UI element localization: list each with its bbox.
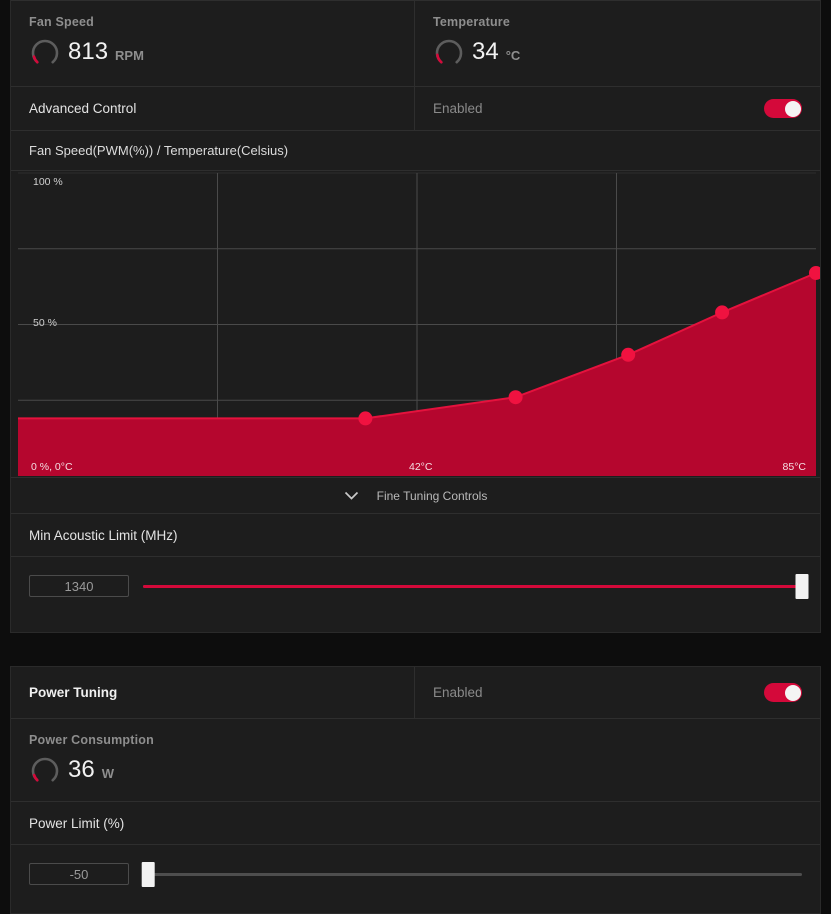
- advanced-control-label: Advanced Control: [11, 87, 414, 130]
- power-tuning-header-row: Power Tuning Enabled: [11, 667, 820, 719]
- temperature-gauge-icon: [435, 39, 463, 64]
- power-tuning-toggle[interactable]: [764, 683, 802, 702]
- min-acoustic-limit-label: Min Acoustic Limit (MHz): [11, 514, 820, 557]
- fan-speed-cell: Fan Speed 813 RPM: [11, 1, 415, 86]
- fan-curve-plot[interactable]: [11, 171, 820, 478]
- temperature-cell: Temperature 34 °C: [415, 1, 820, 86]
- readout-row: Fan Speed 813 RPM Temperature 34 °C: [11, 1, 820, 87]
- power-tuning-state: Enabled: [433, 685, 483, 700]
- slider-thumb[interactable]: [141, 861, 155, 887]
- power-tuning-label: Power Tuning: [11, 667, 414, 718]
- power-tuning-card: Power Tuning Enabled Power Consumption 3…: [10, 666, 821, 914]
- power-limit-slider[interactable]: [141, 861, 802, 887]
- fan-curve-chart[interactable]: 100 % 50 % 0 %, 0°C 42°C 85°C: [11, 171, 820, 478]
- temperature-value: 34: [472, 38, 499, 65]
- power-limit-value[interactable]: -50: [29, 863, 129, 885]
- min-acoustic-limit-slider-row: 1340: [11, 557, 820, 615]
- fine-tuning-controls-label: Fine Tuning Controls: [376, 488, 488, 503]
- min-acoustic-limit-slider[interactable]: [143, 573, 809, 599]
- min-acoustic-limit-value[interactable]: 1340: [29, 575, 129, 597]
- power-limit-label: Power Limit (%): [11, 802, 820, 845]
- fan-speed-value: 813: [68, 38, 109, 65]
- advanced-control-toggle-cell: Enabled: [415, 87, 820, 130]
- slider-thumb[interactable]: [795, 573, 809, 599]
- power-tuning-toggle-cell: Enabled: [415, 667, 820, 718]
- advanced-control-row: Advanced Control Enabled: [11, 87, 820, 131]
- power-consumption-value: 36: [68, 756, 95, 783]
- power-consumption-unit: W: [101, 765, 114, 781]
- radeon-tuning-panel: Fan Speed 813 RPM Temperature 34 °C Adva…: [0, 0, 831, 914]
- fan-curve-point[interactable]: [715, 305, 730, 320]
- advanced-control-label-cell: Advanced Control: [11, 87, 415, 130]
- advanced-control-state: Enabled: [433, 101, 483, 116]
- power-tuning-label-cell: Power Tuning: [11, 667, 415, 718]
- toggle-knob: [784, 684, 801, 701]
- fan-curve-point[interactable]: [508, 390, 523, 405]
- temperature-meter: 34 °C: [433, 35, 802, 67]
- fan-speed-gauge-icon: [31, 39, 59, 64]
- power-consumption-caption: Power Consumption: [29, 733, 154, 747]
- power-consumption-meter: 36 W: [29, 753, 802, 785]
- temperature-unit: °C: [505, 47, 521, 63]
- power-limit-slider-row: -50: [11, 845, 820, 903]
- fine-tuning-controls-toggle[interactable]: Fine Tuning Controls: [11, 478, 820, 514]
- power-consumption-row: Power Consumption 36 W: [11, 719, 820, 802]
- chevron-down-icon: [344, 491, 358, 500]
- temperature-caption: Temperature: [433, 15, 510, 29]
- fan-curve-chart-title: Fan Speed(PWM(%)) / Temperature(Celsius): [11, 131, 820, 171]
- fan-curve-point[interactable]: [358, 411, 373, 426]
- advanced-control-toggle[interactable]: [764, 99, 802, 118]
- fan-tuning-card-content: Fan Speed 813 RPM Temperature 34 °C Adva…: [10, 0, 821, 633]
- slider-track: [143, 872, 802, 876]
- fan-speed-unit: RPM: [115, 47, 144, 63]
- fan-curve-point[interactable]: [621, 347, 636, 362]
- toggle-knob: [784, 100, 801, 117]
- fan-speed-meter: 813 RPM: [29, 35, 396, 67]
- power-consumption-gauge-icon: [31, 757, 59, 782]
- fan-speed-caption: Fan Speed: [29, 15, 95, 29]
- slider-fill: [143, 584, 802, 588]
